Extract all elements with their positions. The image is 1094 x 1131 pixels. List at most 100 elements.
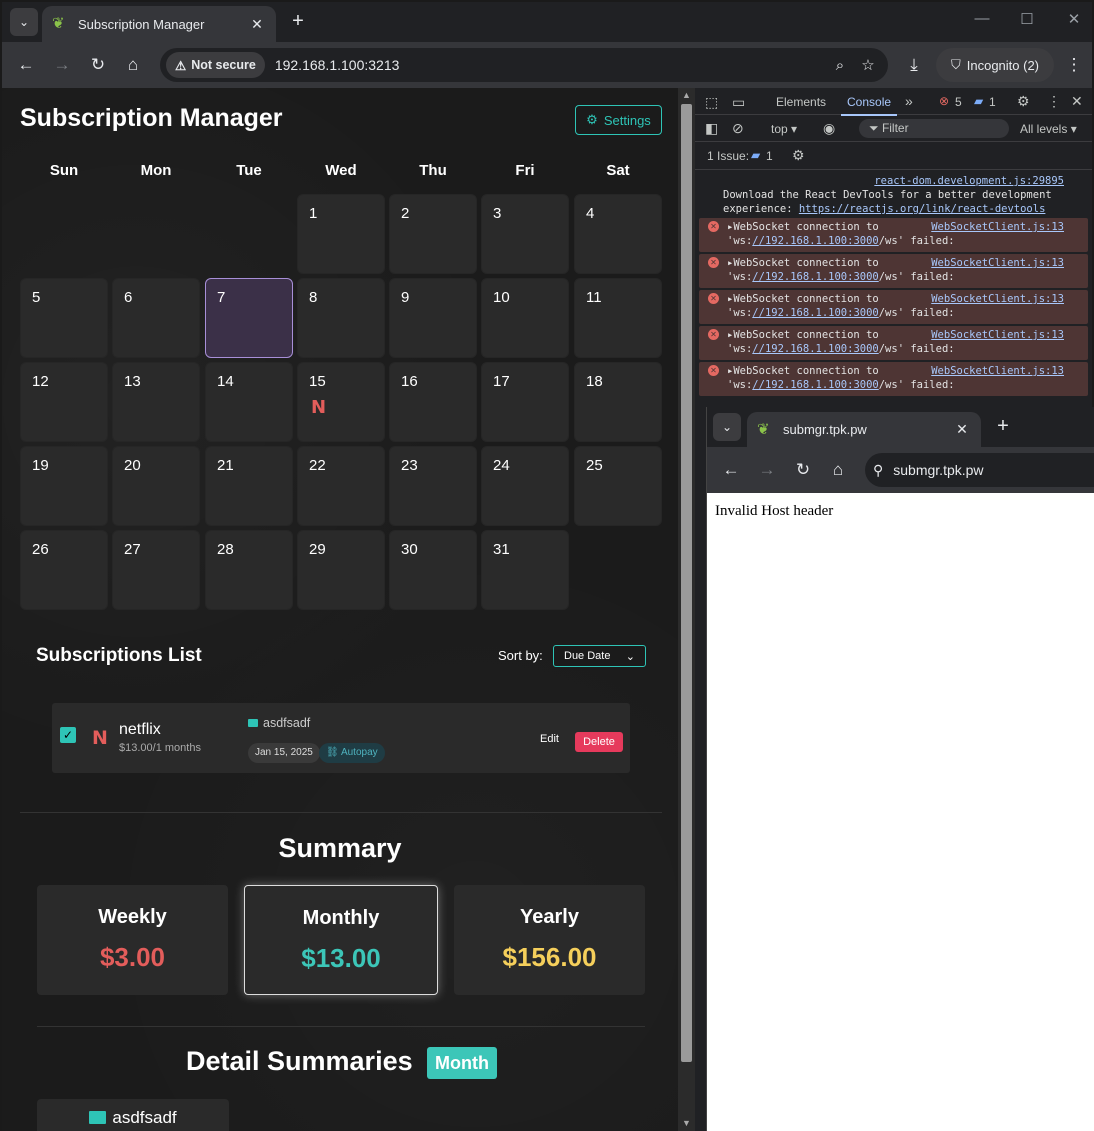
- error-url-link[interactable]: //192.168.1.100:3000: [752, 235, 878, 247]
- calendar-day[interactable]: 23: [389, 446, 477, 526]
- reload-icon[interactable]: ↻: [86, 53, 110, 77]
- inner-address-bar[interactable]: ⚲ submgr.tpk.pw: [865, 453, 1094, 487]
- site-info-icon[interactable]: ⚲: [873, 462, 883, 479]
- close-tab-icon[interactable]: ✕: [953, 421, 971, 438]
- inspect-icon[interactable]: ⬚: [705, 94, 718, 111]
- message-count[interactable]: 1: [989, 95, 996, 109]
- gear-icon[interactable]: ⚙: [1017, 93, 1030, 110]
- netflix-logo-icon[interactable]: N: [311, 397, 326, 418]
- calendar-day[interactable]: 25: [574, 446, 662, 526]
- calendar-day[interactable]: 31: [481, 530, 569, 610]
- calendar-day[interactable]: 2: [389, 194, 477, 274]
- error-url-link[interactable]: //192.168.1.100:3000: [752, 271, 878, 283]
- subscription-row[interactable]: ✓ N netflix $13.00/1 months asdfsadf Jan…: [52, 703, 630, 773]
- error-url-link[interactable]: //192.168.1.100:3000: [752, 343, 878, 355]
- minimize-icon[interactable]: —: [970, 10, 994, 27]
- scroll-down-icon[interactable]: ▼: [678, 1118, 695, 1128]
- calendar-day[interactable]: 21: [205, 446, 293, 526]
- back-icon[interactable]: ←: [719, 458, 743, 482]
- console-error-message[interactable]: ✕ ▸WebSocket connection to WebSocketClient…: [699, 218, 1088, 252]
- inner-active-tab[interactable]: ❦ submgr.tpk.pw ✕: [747, 412, 981, 447]
- gear-icon[interactable]: ⚙: [792, 147, 805, 164]
- delete-button[interactable]: Delete: [575, 732, 623, 752]
- calendar-day[interactable]: 6: [112, 278, 200, 358]
- active-tab[interactable]: ❦ Subscription Manager ✕: [42, 6, 276, 42]
- console-error-message[interactable]: ✕ ▸WebSocket connection to WebSocketClient…: [699, 254, 1088, 288]
- new-tab-button[interactable]: +: [991, 415, 1015, 439]
- issues-count[interactable]: 1: [766, 149, 773, 163]
- calendar-day[interactable]: 17: [481, 362, 569, 442]
- inner-url-text[interactable]: submgr.tpk.pw: [893, 462, 983, 478]
- summary-card-weekly[interactable]: Weekly $3.00: [37, 885, 228, 995]
- calendar-day[interactable]: 3: [481, 194, 569, 274]
- error-url-link[interactable]: //192.168.1.100:3000: [752, 379, 878, 391]
- tab-search-button[interactable]: ⌄: [10, 8, 38, 36]
- url-text[interactable]: 192.168.1.100:3213: [275, 57, 826, 73]
- subscription-checkbox[interactable]: ✓: [60, 727, 76, 743]
- forward-icon[interactable]: →: [50, 53, 74, 77]
- calendar-day[interactable]: 9: [389, 278, 477, 358]
- home-icon[interactable]: ⌂: [826, 458, 850, 482]
- calendar-day[interactable]: 13: [112, 362, 200, 442]
- calendar-day[interactable]: 12: [20, 362, 108, 442]
- calendar-day[interactable]: 1: [297, 194, 385, 274]
- error-count-icon[interactable]: ⊗: [939, 94, 949, 108]
- security-chip[interactable]: ⚠ Not secure: [166, 52, 265, 78]
- settings-button[interactable]: ⚙ Settings: [575, 105, 662, 135]
- message-source-link[interactable]: WebSocketClient.js:13: [931, 364, 1064, 378]
- forward-icon[interactable]: →: [755, 458, 779, 482]
- calendar-day[interactable]: 20: [112, 446, 200, 526]
- console-error-message[interactable]: ✕ ▸WebSocket connection to WebSocketClient…: [699, 362, 1088, 396]
- calendar-day[interactable]: 4: [574, 194, 662, 274]
- clear-console-icon[interactable]: ⊘: [732, 120, 744, 137]
- calendar-day[interactable]: 30: [389, 530, 477, 610]
- more-tabs-icon[interactable]: »: [905, 93, 913, 109]
- calendar-day[interactable]: 27: [112, 530, 200, 610]
- console-error-message[interactable]: ✕ ▸WebSocket connection to WebSocketClient…: [699, 326, 1088, 360]
- devtools-link[interactable]: https://reactjs.org/link/react-devtools: [799, 203, 1046, 215]
- back-icon[interactable]: ←: [14, 53, 38, 77]
- close-window-icon[interactable]: ✕: [1062, 10, 1086, 28]
- download-icon[interactable]: ⤓: [902, 53, 926, 77]
- tab-elements[interactable]: Elements: [776, 95, 826, 109]
- context-selector[interactable]: top ▾: [771, 122, 797, 136]
- edit-button[interactable]: Edit: [540, 733, 559, 745]
- maximize-icon[interactable]: ☐: [1015, 10, 1039, 28]
- calendar-day[interactable]: 18: [574, 362, 662, 442]
- console-error-message[interactable]: ✕ ▸WebSocket connection to WebSocketClient…: [699, 290, 1088, 324]
- calendar-day[interactable]: 16: [389, 362, 477, 442]
- sort-select[interactable]: Due Date ⌄: [553, 645, 646, 667]
- reload-icon[interactable]: ↻: [791, 458, 815, 482]
- close-devtools-icon[interactable]: ✕: [1071, 93, 1083, 110]
- message-source-link[interactable]: WebSocketClient.js:13: [931, 256, 1064, 270]
- account-summary-card[interactable]: asdfsadf: [37, 1099, 229, 1131]
- tab-search-button[interactable]: ⌄: [713, 413, 741, 441]
- message-source-link[interactable]: react-dom.development.js:29895: [874, 175, 1064, 187]
- calendar-day[interactable]: 15 N: [297, 362, 385, 442]
- calendar-day[interactable]: 29: [297, 530, 385, 610]
- log-levels-dropdown[interactable]: All levels ▾: [1020, 122, 1077, 136]
- scrollbar-thumb[interactable]: [681, 104, 692, 1062]
- home-icon[interactable]: ⌂: [121, 53, 145, 77]
- calendar-day[interactable]: 7: [205, 278, 293, 358]
- error-url-link[interactable]: //192.168.1.100:3000: [752, 307, 878, 319]
- calendar-day[interactable]: 5: [20, 278, 108, 358]
- calendar-day[interactable]: 19: [20, 446, 108, 526]
- more-options-icon[interactable]: ⋮: [1047, 93, 1061, 110]
- message-source-link[interactable]: WebSocketClient.js:13: [931, 292, 1064, 306]
- summary-card-monthly[interactable]: Monthly $13.00: [244, 885, 438, 995]
- scroll-up-icon[interactable]: ▲: [678, 90, 695, 100]
- period-toggle[interactable]: Month: [427, 1047, 497, 1079]
- close-tab-icon[interactable]: ✕: [248, 16, 266, 33]
- message-source-link[interactable]: WebSocketClient.js:13: [931, 328, 1064, 342]
- calendar-day[interactable]: 8: [297, 278, 385, 358]
- calendar-day[interactable]: 14: [205, 362, 293, 442]
- issues-label[interactable]: 1 Issue:: [707, 149, 749, 163]
- incognito-badge[interactable]: ⛉ Incognito (2): [936, 48, 1054, 82]
- message-source-link[interactable]: WebSocketClient.js:13: [931, 220, 1064, 234]
- calendar-day[interactable]: 28: [205, 530, 293, 610]
- calendar-day[interactable]: 26: [20, 530, 108, 610]
- error-count[interactable]: 5: [955, 95, 962, 109]
- live-expression-eye-icon[interactable]: ◉: [823, 120, 835, 137]
- calendar-day[interactable]: 11: [574, 278, 662, 358]
